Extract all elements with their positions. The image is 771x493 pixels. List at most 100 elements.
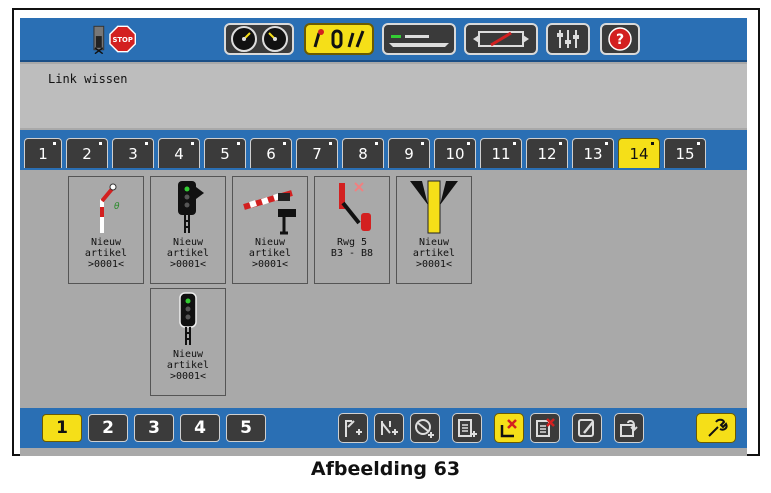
tab-label: 5 — [220, 144, 230, 163]
add-route-button[interactable] — [410, 413, 440, 443]
svg-text:θ: θ — [114, 202, 120, 212]
help-button[interactable]: ? — [600, 23, 640, 55]
page-button-3[interactable]: 3 — [134, 414, 174, 442]
tab-dot — [467, 142, 470, 145]
tab-label: 1 — [38, 144, 48, 163]
tab-label: 6 — [266, 144, 276, 163]
figure-caption: Afbeelding 63 — [310, 458, 461, 480]
settings-button[interactable] — [696, 413, 736, 443]
tab-label: 7 — [312, 144, 322, 163]
delete-link-button[interactable] — [494, 413, 524, 443]
tab-label: 11 — [491, 144, 511, 163]
tab-8[interactable]: 8 — [342, 138, 384, 168]
tab-label: 15 — [675, 144, 695, 163]
top-toolbar: STOP ? — [20, 18, 747, 62]
light-signal-small-icon — [151, 291, 225, 349]
tab-label: 8 — [358, 144, 368, 163]
svg-text:?: ? — [616, 32, 624, 48]
edit-button[interactable] — [572, 413, 602, 443]
article-label: Nieuw artikel >0001< — [166, 349, 210, 382]
locomotive-icon — [473, 31, 529, 47]
page-button-5[interactable]: 5 — [226, 414, 266, 442]
page-button-1[interactable]: 1 — [42, 414, 82, 442]
tab-14[interactable]: 14 — [618, 138, 660, 168]
article-label: Nieuw artikel >0001< — [84, 237, 128, 270]
keyboard-icon — [313, 29, 365, 49]
article-grid: θ Nieuw artikel >0001< Nieuw artikel >00… — [20, 168, 747, 408]
tab-dot — [329, 142, 332, 145]
add-list-button[interactable] — [452, 413, 482, 443]
article-tile[interactable]: Nieuw artikel >0001< — [396, 176, 472, 284]
locomotive-button[interactable] — [464, 23, 538, 55]
tab-dot — [697, 142, 700, 145]
tab-dot — [283, 142, 286, 145]
turnout-icon — [397, 179, 471, 237]
tab-label: 4 — [174, 144, 184, 163]
status-message: Link wissen — [48, 72, 128, 86]
track-layout-button[interactable] — [382, 23, 456, 55]
add-route-icon — [415, 419, 434, 438]
tab-dot — [237, 142, 240, 145]
speedometer-icon — [261, 26, 288, 52]
article-tile[interactable]: Nieuw artikel >0001< — [150, 176, 226, 284]
tab-label: 12 — [537, 144, 557, 163]
tab-dot — [605, 142, 608, 145]
delete-article-icon — [536, 418, 555, 437]
svg-text:STOP: STOP — [112, 36, 132, 44]
tab-label: 14 — [629, 144, 649, 163]
settings-sliders-button[interactable] — [546, 23, 590, 55]
tab-dot — [559, 142, 562, 145]
light-signal-icon — [151, 179, 225, 237]
route-icon — [315, 179, 389, 237]
tab-dot — [513, 142, 516, 145]
power-icon — [93, 25, 105, 54]
page-button-2[interactable]: 2 — [88, 414, 128, 442]
keyboard-button[interactable] — [304, 23, 374, 55]
tab-3[interactable]: 3 — [112, 138, 154, 168]
level-crossing-icon — [233, 179, 307, 237]
wrench-icon — [708, 418, 728, 437]
add-signal-button[interactable] — [338, 413, 368, 443]
tab-label: 9 — [404, 144, 414, 163]
stop-button[interactable]: STOP — [92, 23, 136, 55]
export-button[interactable] — [614, 413, 644, 443]
article-label: Nieuw artikel >0001< — [166, 237, 210, 270]
tab-1[interactable]: 1 — [24, 138, 62, 168]
article-label: Nieuw artikel >0001< — [412, 237, 456, 270]
page-button-4[interactable]: 4 — [180, 414, 220, 442]
article-label: Rwg 5 B3 - B8 — [330, 237, 374, 259]
tab-6[interactable]: 6 — [250, 138, 292, 168]
tab-dot — [651, 142, 654, 145]
tab-strip: 1 2 3 4 5 6 7 8 9 10 11 12 13 14 15 — [20, 130, 747, 168]
control-screen: STOP ? Link wissen 1 2 3 4 5 6 7 8 9 10 … — [20, 18, 747, 456]
article-tile[interactable]: Nieuw artikel >0001< — [150, 288, 226, 396]
settings-sliders-icon — [557, 30, 579, 48]
tab-13[interactable]: 13 — [572, 138, 614, 168]
add-list-icon — [458, 419, 477, 437]
tab-5[interactable]: 5 — [204, 138, 246, 168]
tab-label: 10 — [445, 144, 465, 163]
speedometer-button[interactable] — [224, 23, 294, 55]
tab-dot — [421, 142, 424, 145]
track-layout-icon — [389, 35, 449, 47]
tab-12[interactable]: 12 — [526, 138, 568, 168]
tab-11[interactable]: 11 — [480, 138, 522, 168]
tab-dot — [375, 142, 378, 145]
tab-2[interactable]: 2 — [66, 138, 108, 168]
tab-dot — [145, 142, 148, 145]
article-tile[interactable]: Rwg 5 B3 - B8 — [314, 176, 390, 284]
tab-9[interactable]: 9 — [388, 138, 430, 168]
tab-label: 3 — [128, 144, 138, 163]
tab-7[interactable]: 7 — [296, 138, 338, 168]
tab-4[interactable]: 4 — [158, 138, 200, 168]
tab-15[interactable]: 15 — [664, 138, 706, 168]
tab-dot — [191, 142, 194, 145]
tab-label: 2 — [82, 144, 92, 163]
delete-link-icon — [500, 419, 517, 438]
add-switch-button[interactable] — [374, 413, 404, 443]
article-tile[interactable]: Nieuw artikel >0001< — [232, 176, 308, 284]
add-signal-icon — [345, 420, 362, 437]
tab-10[interactable]: 10 — [434, 138, 476, 168]
article-tile[interactable]: θ Nieuw artikel >0001< — [68, 176, 144, 284]
delete-article-button[interactable] — [530, 413, 560, 443]
